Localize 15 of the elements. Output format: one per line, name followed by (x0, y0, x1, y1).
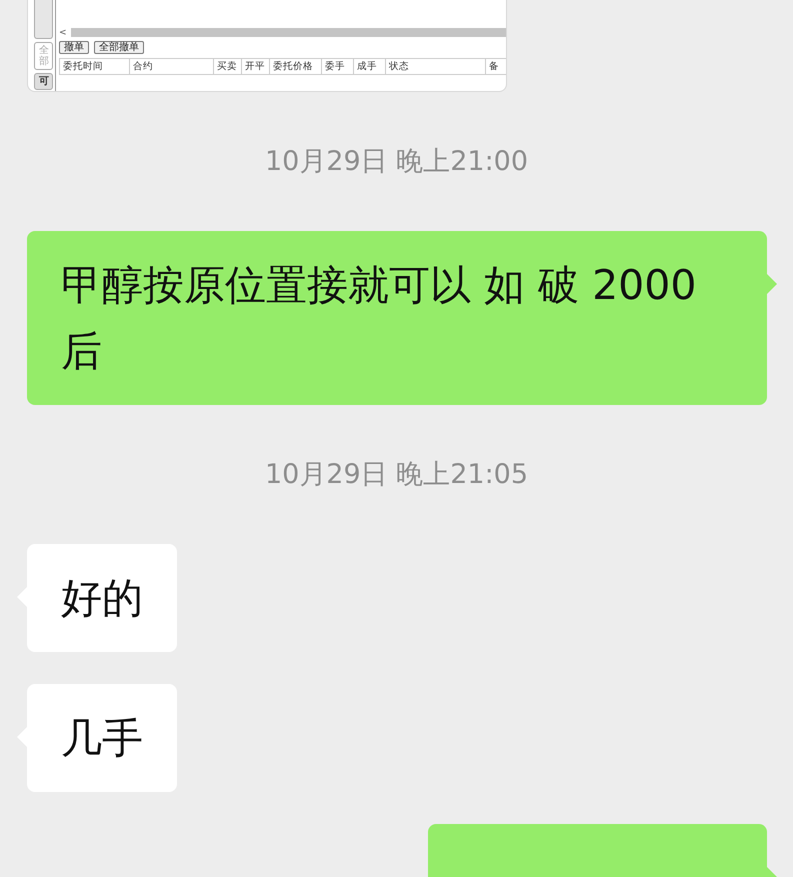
column-header: 成手 (354, 59, 386, 74)
toolbar-button[interactable]: 全部撤单 (94, 41, 144, 54)
column-header: 合约 (130, 59, 214, 74)
column-header: 买卖 (214, 59, 242, 74)
scroll-arrow: < (59, 28, 67, 38)
column-header: 委托价格 (270, 59, 322, 74)
timestamp: 10月29日 晚上21:05 (264, 458, 530, 492)
column-header: 状态 (386, 59, 486, 74)
side-tab[interactable]: 可 (34, 73, 53, 90)
column-header: 备 (488, 60, 500, 74)
column-header: 委手 (322, 59, 354, 74)
column-header: 委托时间 (60, 59, 130, 74)
timestamp: 10月29日 晚上21:00 (264, 145, 530, 179)
column-header: 开平 (242, 59, 270, 74)
toolbar-button[interactable]: 撤单 (59, 41, 89, 54)
